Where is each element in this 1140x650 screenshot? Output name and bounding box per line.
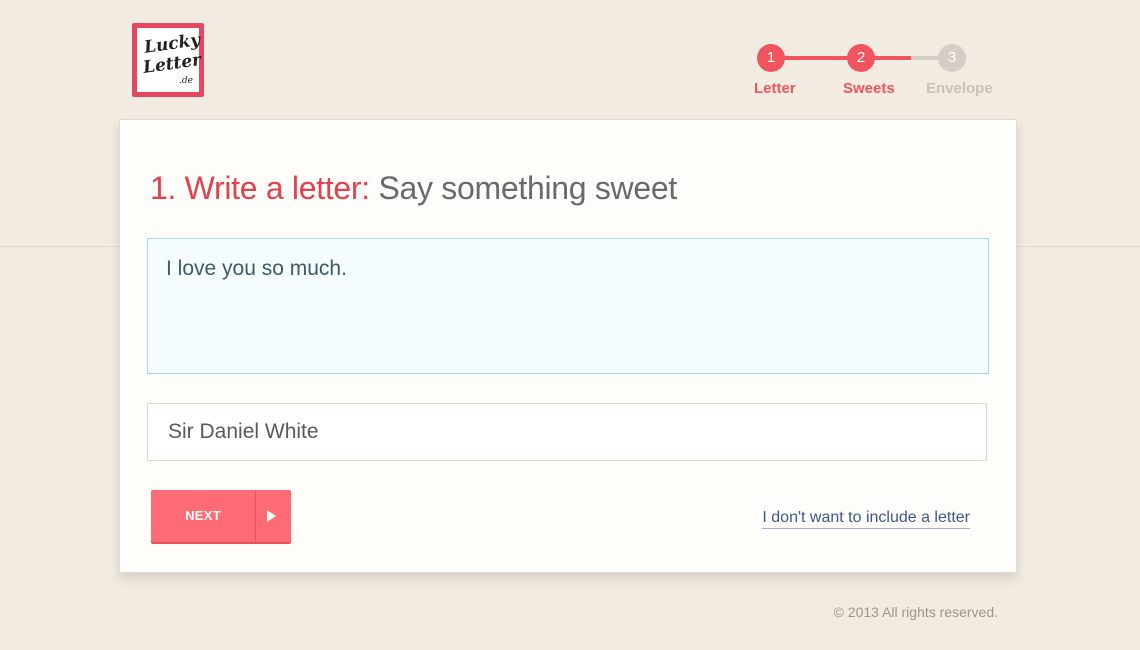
- lucky-letter-logo[interactable]: Lucky Letter .de: [132, 23, 204, 97]
- sender-name-field[interactable]: Sir Daniel White: [147, 403, 987, 461]
- step-1-circle[interactable]: 1: [757, 44, 785, 72]
- title-subtitle: Say something sweet: [378, 170, 677, 206]
- page-title: 1. Write a letter: Say something sweet: [150, 170, 677, 207]
- logo-stamp: Lucky Letter .de: [136, 27, 202, 93]
- letter-card: 1. Write a letter: Say something sweet I…: [119, 119, 1017, 573]
- logo-word-de: .de: [179, 76, 193, 86]
- copyright-footer: © 2013 All rights reserved.: [833, 604, 998, 620]
- next-button[interactable]: NEXT: [151, 490, 291, 542]
- play-arrow-icon: [267, 510, 276, 522]
- step-3-label: Envelope: [926, 80, 993, 97]
- step-2-circle[interactable]: 2: [847, 44, 875, 72]
- skip-letter-link[interactable]: I don't want to include a letter: [762, 509, 970, 529]
- step-3-circle: 3: [938, 44, 966, 72]
- next-button-label: NEXT: [185, 508, 221, 523]
- title-step-prefix: 1. Write a letter:: [150, 170, 370, 206]
- letter-textarea[interactable]: I love you so much.: [147, 238, 989, 374]
- step-2-label[interactable]: Sweets: [843, 80, 895, 97]
- next-button-divider: [255, 490, 256, 542]
- step-1-label[interactable]: Letter: [754, 80, 796, 97]
- progress-steps: 1 2 3 Letter Sweets Envelope: [740, 40, 1010, 100]
